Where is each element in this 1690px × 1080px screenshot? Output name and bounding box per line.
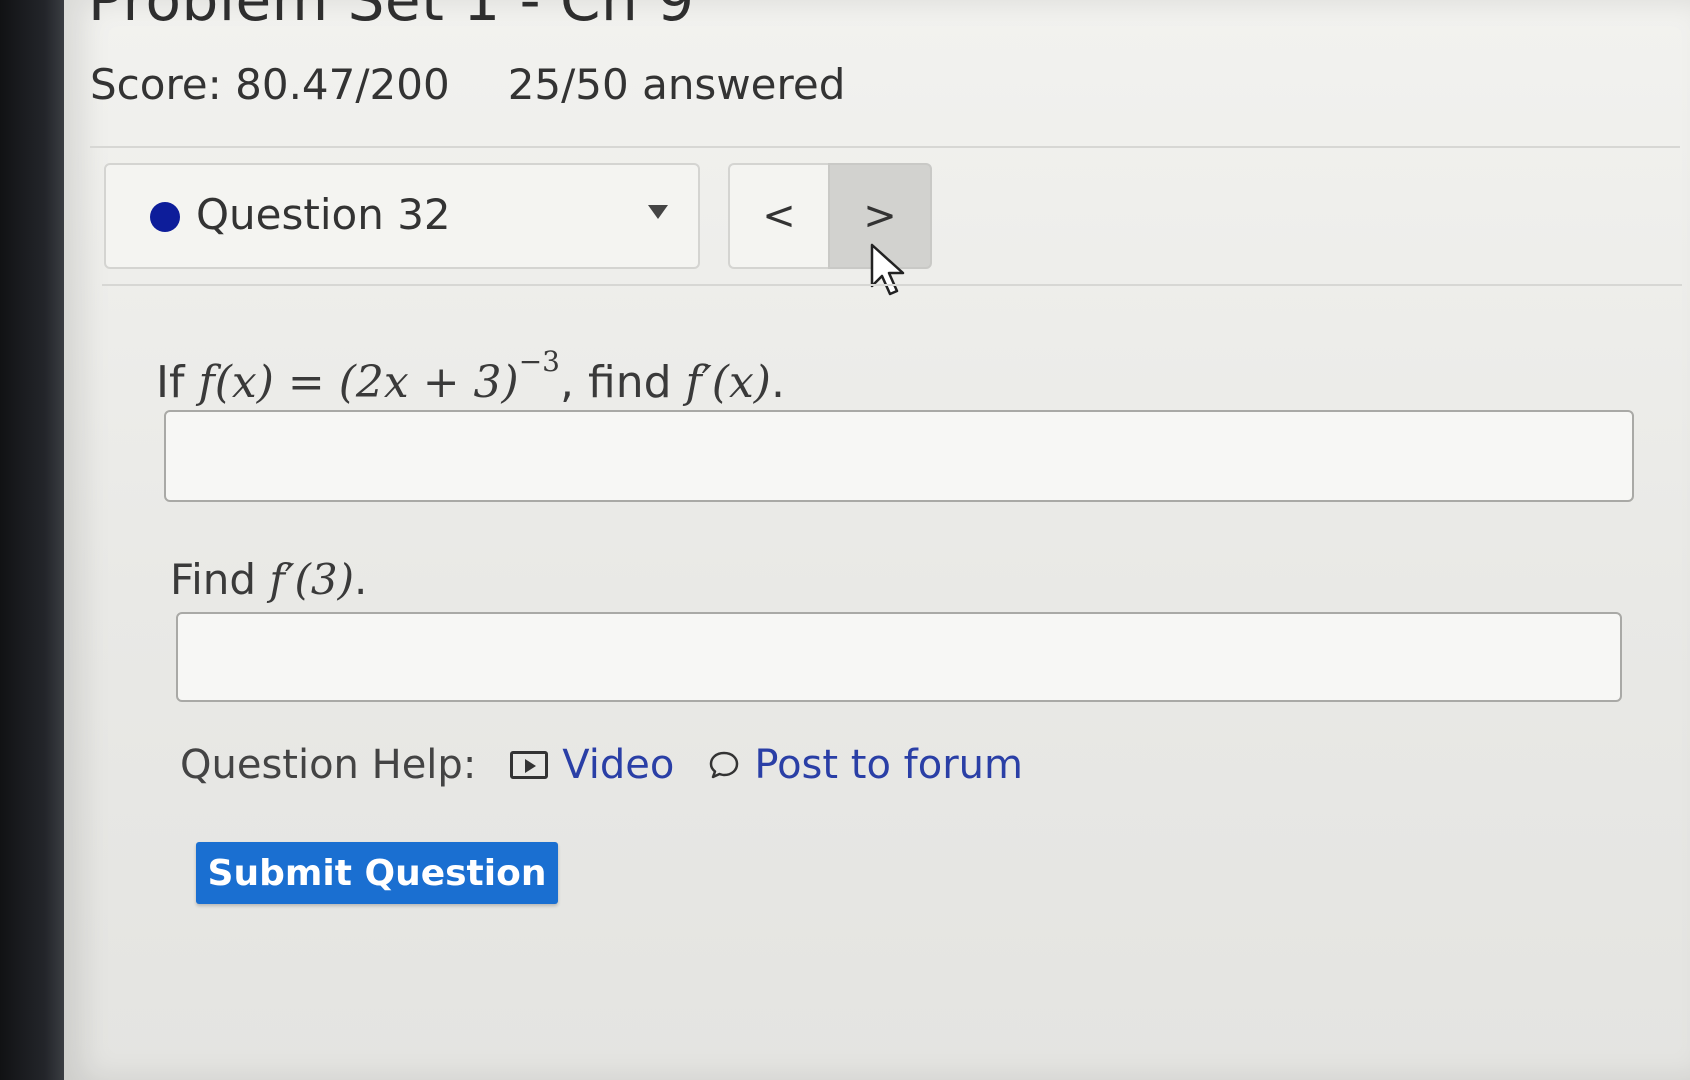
answered-count: 25/50 answered xyxy=(507,60,846,109)
find-word: Find xyxy=(170,555,257,604)
filled-circle-icon xyxy=(150,202,180,232)
find-expression: f′(3) xyxy=(269,555,354,604)
monitor-bezel xyxy=(0,0,64,1080)
answer-input-derivative[interactable] xyxy=(164,410,1634,502)
score-text: Score: 80.47/200 xyxy=(90,60,450,109)
problem-period: . xyxy=(770,357,785,408)
question-selector-label: Question 32 xyxy=(196,190,451,239)
derivative-expression: f′(x) xyxy=(685,357,771,408)
question-selector[interactable]: Question 32 xyxy=(104,163,700,269)
caret-down-icon xyxy=(648,205,668,219)
chevron-right-icon: > xyxy=(863,193,897,239)
speech-bubble-icon xyxy=(710,751,739,779)
question-divider xyxy=(102,284,1682,286)
previous-question-button[interactable]: < xyxy=(728,163,828,269)
answer-input-value[interactable] xyxy=(176,612,1622,702)
header-divider xyxy=(90,146,1680,148)
function-expression: f(x) = (2x + 3)−3 xyxy=(198,345,560,408)
video-link[interactable]: Video xyxy=(510,742,674,788)
find-period: . xyxy=(354,555,368,604)
score-row: Score: 80.47/200 25/50 answered xyxy=(90,60,845,109)
video-play-icon xyxy=(510,751,549,779)
problem-statement: If f(x) = (2x + 3)−3, find f′(x). xyxy=(156,345,785,408)
function-exponent: −3 xyxy=(518,345,560,378)
question-help: Question Help: Video Post to forum xyxy=(180,742,1057,788)
mouse-pointer-icon xyxy=(870,243,905,296)
function-body: f(x) = (2x + 3) xyxy=(198,357,519,408)
problem-middle-text: , find xyxy=(560,357,672,408)
submit-question-button[interactable]: Submit Question xyxy=(196,842,558,904)
second-prompt: Find f′(3). xyxy=(170,555,367,604)
chevron-left-icon: < xyxy=(762,193,796,239)
page-title: Problem Set 1 - Ch 9 xyxy=(88,0,695,34)
problem-lead-word: If xyxy=(156,357,185,408)
video-link-label: Video xyxy=(562,742,675,788)
page-screen: Problem Set 1 - Ch 9 Score: 80.47/200 25… xyxy=(64,0,1690,1080)
post-to-forum-label: Post to forum xyxy=(754,742,1023,788)
post-to-forum-link[interactable]: Post to forum xyxy=(708,742,1023,788)
question-help-label: Question Help: xyxy=(180,742,477,788)
